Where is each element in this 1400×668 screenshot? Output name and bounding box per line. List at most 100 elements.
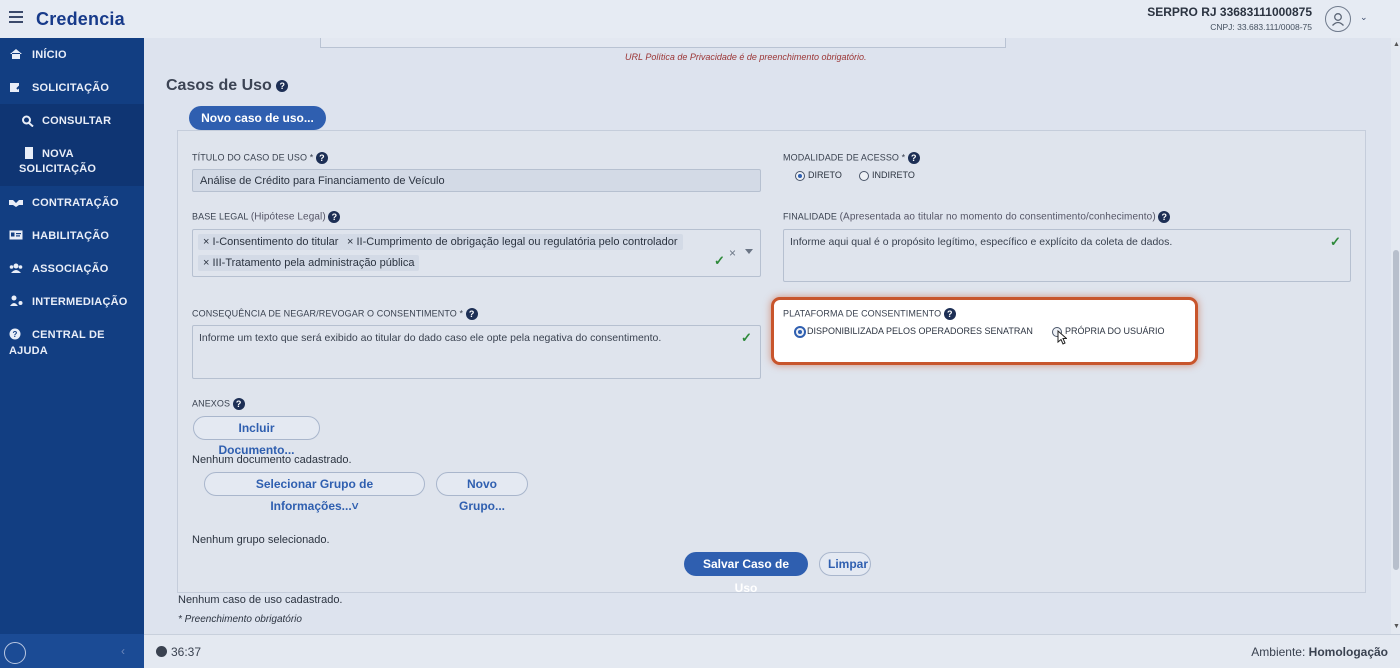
help-icon[interactable]: ? [465, 308, 478, 320]
organization-cnpj: CNPJ: 33.683.111/0008-75 [1210, 22, 1312, 32]
footer-bar [144, 634, 1400, 668]
purpose-textarea[interactable]: Informe aqui qual é o propósito legítimo… [783, 229, 1351, 282]
sidebar-item-label-line2: AJUDA [9, 345, 48, 357]
session-timer: 36:37 [171, 645, 202, 659]
no-use-case-text: Nenhum caso de uso cadastrado. [178, 594, 343, 606]
legal-tag-text: I-Consentimento do titular [212, 236, 339, 248]
scroll-down-icon[interactable]: ▼ [1393, 623, 1400, 630]
sidebar-item-label: NOVA [42, 148, 74, 160]
radio-indireto[interactable] [859, 171, 869, 181]
privacy-url-field[interactable] [320, 38, 1006, 48]
consequence-label-text: CONSEQUÊNCIA DE NEGAR/REVOGAR O CONSENTI… [192, 308, 464, 319]
dropdown-arrow-icon[interactable] [745, 249, 753, 254]
help-icon[interactable]: ? [328, 211, 341, 223]
title-input[interactable]: Análise de Crédito para Financiamento de… [192, 169, 761, 192]
legal-tag[interactable]: × III-Tratamento pela administração públ… [198, 255, 420, 271]
purpose-hint: (Apresentada ao titular no momento do co… [839, 211, 1156, 223]
svg-text:?: ? [12, 330, 17, 339]
consent-platform-label: PLATAFORMA DE CONSENTIMENTO ? [783, 308, 956, 320]
edit-icon [10, 83, 23, 92]
purpose-label-text: FINALIDADE [783, 211, 838, 222]
environment-label: Ambiente: [1251, 645, 1306, 659]
user-avatar-button[interactable] [1325, 6, 1351, 32]
id-card-icon [9, 230, 23, 240]
environment-indicator: Ambiente: Homologação [1251, 645, 1388, 659]
sidebar-item-label-line2: SOLICITAÇÃO [19, 163, 97, 175]
sidebar-item-label: CENTRAL DE [32, 329, 105, 341]
scroll-up-icon[interactable]: ▲ [1393, 41, 1400, 48]
legal-basis-label-text: BASE LEGAL [192, 211, 249, 222]
environment-value: Homologação [1308, 645, 1388, 659]
legal-basis-hint: (Hipótese Legal) [250, 211, 326, 223]
legal-tag-text: III-Tratamento pela administração públic… [212, 257, 415, 269]
remove-tag-icon[interactable]: × [347, 236, 353, 248]
title-label: TÍTULO DO CASO DE USO * ? [192, 152, 328, 164]
remove-tag-icon[interactable]: × [203, 236, 209, 248]
app-logo[interactable]: Credencia [36, 9, 125, 30]
select-info-group-button[interactable]: Selecionar Grupo de Informações...˅ [204, 472, 425, 513]
new-use-case-button[interactable]: Novo caso de uso... ˄ [189, 106, 326, 149]
sidebar-item-label: HABILITAÇÃO [32, 230, 110, 242]
save-use-case-button[interactable]: Salvar Caso de Uso [684, 552, 808, 595]
help-icon[interactable]: ? [1158, 211, 1171, 223]
person-network-icon [10, 295, 23, 306]
privacy-url-error: URL Política de Privacidade é de preench… [625, 52, 867, 62]
file-icon [25, 147, 33, 159]
attachments-label: ANEXOS ? [192, 398, 245, 410]
radio-propria-usuario-label: PRÓPRIA DO USUÁRIO [1065, 326, 1165, 336]
help-icon[interactable]: ? [943, 308, 956, 320]
legal-tag-text: II-Cumprimento de obrigação legal ou reg… [356, 236, 678, 248]
new-group-button[interactable]: Novo Grupo... [436, 472, 528, 513]
no-group-text: Nenhum grupo selecionado. [192, 534, 330, 546]
valid-check-icon: ✓ [1330, 234, 1341, 249]
legal-basis-label: BASE LEGAL (Hipótese Legal) ? [192, 211, 341, 223]
legal-tag[interactable]: × II-Cumprimento de obrigação legal ou r… [342, 234, 683, 250]
chevron-down-icon: ˅ [351, 499, 359, 513]
sidebar-item-consultar[interactable]: CONSULTAR [0, 104, 144, 138]
required-note: * Preenchimento obrigatório [178, 614, 302, 625]
access-mode-label: MODALIDADE DE ACESSO * ? [783, 152, 920, 164]
menu-icon[interactable] [9, 11, 23, 23]
help-icon[interactable]: ? [315, 152, 328, 164]
help-icon: ? [9, 328, 21, 340]
consequence-textarea[interactable]: Informe um texto que será exibido ao tit… [192, 325, 761, 379]
include-document-button[interactable]: Incluir Documento... [193, 416, 320, 457]
attachments-label-text: ANEXOS [192, 398, 231, 409]
access-mode-label-text: MODALIDADE DE ACESSO * [783, 152, 906, 163]
section-title-text: Casos de Uso [166, 77, 272, 94]
cookie-icon[interactable] [4, 642, 26, 664]
scrollbar-thumb[interactable] [1393, 250, 1399, 570]
remove-tag-icon[interactable]: × [203, 257, 209, 269]
clear-icon[interactable]: × [729, 246, 736, 260]
help-icon[interactable]: ? [232, 398, 245, 410]
radio-senatran[interactable] [794, 326, 806, 338]
help-icon[interactable]: ? [907, 152, 920, 164]
sidebar-item-nova-solicitacao[interactable]: NOVA SOLICITAÇÃO [0, 138, 144, 186]
no-document-text: Nenhum documento cadastrado. [192, 454, 352, 466]
chevron-left-icon[interactable]: ‹ [121, 644, 125, 658]
handshake-icon [9, 200, 23, 207]
chevron-down-icon[interactable]: ⌄ [1360, 12, 1368, 23]
sidebar-item-label: ASSOCIAÇÃO [32, 263, 109, 275]
clear-button[interactable]: Limpar [819, 552, 871, 576]
clock-icon [156, 646, 167, 657]
sidebar-item-label: INTERMEDIAÇÃO [32, 296, 128, 308]
radio-indireto-label: INDIRETO [872, 170, 915, 180]
mouse-cursor-icon [1057, 330, 1067, 345]
sidebar-item-label: CONTRATAÇÃO [32, 197, 119, 209]
home-icon [10, 49, 22, 59]
sidebar-item-central-de-ajuda[interactable]: ? CENTRAL DE AJUDA [0, 328, 144, 358]
section-title: Casos de Uso ? [166, 77, 289, 95]
legal-tag[interactable]: × I-Consentimento do titular [198, 234, 344, 250]
consent-platform-label-text: PLATAFORMA DE CONSENTIMENTO [783, 308, 942, 319]
consequence-label: CONSEQUÊNCIA DE NEGAR/REVOGAR O CONSENTI… [192, 308, 478, 320]
sidebar-item-label: CONSULTAR [42, 115, 112, 127]
radio-direto[interactable] [795, 171, 805, 181]
organization-name: SERPRO RJ 33683111000875 [1147, 5, 1312, 19]
valid-check-icon: ✓ [714, 253, 725, 268]
valid-check-icon: ✓ [741, 330, 752, 345]
help-icon[interactable]: ? [276, 79, 289, 92]
purpose-label: FINALIDADE (Apresentada ao titular no mo… [783, 211, 1171, 223]
sidebar-item-label: SOLICITAÇÃO [32, 82, 110, 94]
radio-senatran-label: DISPONIBILIZADA PELOS OPERADORES SENATRA… [807, 326, 1033, 336]
